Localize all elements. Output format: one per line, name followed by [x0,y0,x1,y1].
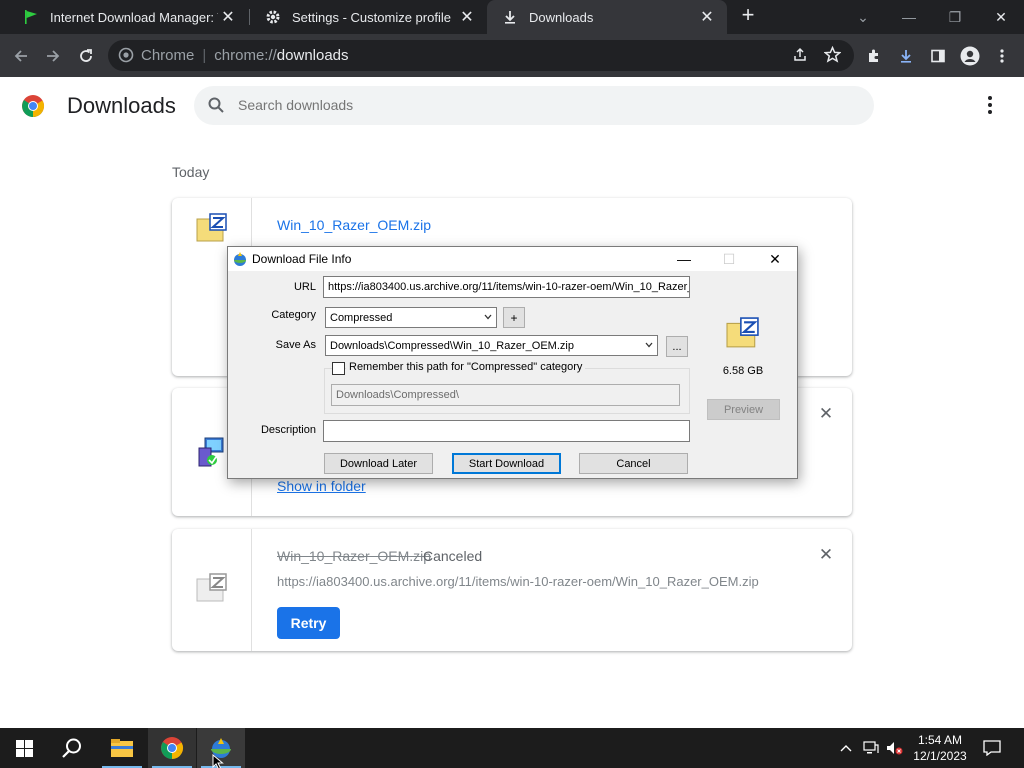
profile-avatar-icon[interactable] [957,43,983,69]
category-label: Category [271,309,316,321]
retry-button[interactable]: Retry [277,607,340,639]
downloads-toolbar-icon[interactable] [893,43,919,69]
chevron-down-icon [484,314,492,320]
tab-settings[interactable]: Settings - Customize profile ✕ [250,0,487,34]
share-icon[interactable] [792,47,808,67]
chevron-down-icon [645,342,653,348]
forward-button[interactable] [40,43,66,69]
close-tab-icon[interactable]: ✕ [697,7,717,27]
browser-toolbar: Chrome | chrome://downloads [0,34,1024,77]
windows-start-icon[interactable] [0,728,48,768]
dialog-close-button[interactable]: ✕ [755,247,795,271]
add-category-button[interactable]: + [503,307,525,328]
windows-taskbar: 1:54 AM 12/1/2023 [0,728,1024,768]
file-size: 6.58 GB [722,365,764,377]
dialog-minimize-button[interactable]: — [664,247,704,271]
file-explorer-icon[interactable] [98,728,146,768]
tab-label: Settings - Customize profile [292,9,451,25]
url-host: downloads [276,47,349,64]
site-label: Chrome [141,47,195,64]
download-icon [501,8,519,26]
gear-icon [264,8,282,26]
download-url: https://ia803400.us.archive.org/11/items… [277,574,759,589]
volume-muted-icon[interactable] [885,738,905,758]
search-input[interactable] [238,94,838,116]
reload-button[interactable] [73,43,99,69]
extensions-icon[interactable] [861,43,887,69]
category-value: Compressed [330,311,393,324]
dialog-maximize-button: ☐ [722,250,736,267]
download-file-info-dialog: Download File Info — ☐ ✕ URL https://ia8… [227,246,798,479]
tab-strip: Internet Download Manager: The ✕ Setting… [0,0,1024,34]
zip-file-icon [725,317,761,352]
close-window-button[interactable]: ✕ [978,0,1024,34]
description-field[interactable] [323,420,690,442]
cancel-button[interactable]: Cancel [579,453,688,474]
tab-downloads[interactable]: Downloads ✕ [487,0,727,34]
close-tab-icon[interactable]: ✕ [218,7,238,27]
minimize-button[interactable]: — [886,0,932,34]
remember-path-checkbox[interactable] [332,362,345,375]
page-title: Downloads [67,93,176,118]
chrome-logo-icon [21,94,45,118]
browse-button[interactable]: ... [666,336,688,357]
side-panel-icon[interactable] [925,43,951,69]
installer-file-icon [197,436,227,471]
zip-file-icon-faded [196,573,228,606]
category-path-field: Downloads\Compressed\ [331,384,680,406]
bookmark-star-icon[interactable] [823,45,842,67]
omnibox-separator: | [202,47,207,64]
url-scheme: chrome:// [214,47,277,64]
more-actions-icon[interactable] [980,93,1000,117]
mouse-cursor-icon [212,753,224,768]
download-later-button[interactable]: Download Later [324,453,433,474]
back-button[interactable] [8,43,34,69]
zip-file-icon [196,213,228,246]
show-hidden-icons[interactable] [836,738,856,758]
address-bar[interactable]: Chrome | chrome://downloads [108,40,854,71]
new-tab-button[interactable]: + [736,4,760,28]
download-status: Canceled [423,548,483,564]
tab-label: Downloads [529,9,594,25]
start-download-button[interactable]: Start Download [452,453,561,474]
dialog-titlebar[interactable]: Download File Info — ☐ ✕ [228,247,797,271]
category-select[interactable]: Compressed [325,307,497,328]
save-as-select[interactable]: Downloads\Compressed\Win_10_Razer_OEM.zi… [325,335,658,356]
file-name-link[interactable]: Win_10_Razer_OEM.zip [277,217,431,233]
tab-search-icon[interactable]: ⌄ [840,0,886,34]
remove-download-icon[interactable]: ✕ [815,403,837,425]
preview-button: Preview [707,399,780,420]
save-as-value: Downloads\Compressed\Win_10_Razer_OEM.zi… [330,339,574,352]
chrome-menu-icon[interactable] [989,43,1015,69]
url-field[interactable]: https://ia803400.us.archive.org/11/items… [323,276,690,298]
remember-path-label: Remember this path for "Compressed" cate… [346,361,586,373]
clock-time: 1:54 AM [917,733,963,747]
file-name-canceled: Win_10_Razer_OEM.zip [277,548,432,564]
chrome-taskbar-icon[interactable] [148,728,196,768]
notifications-icon[interactable] [982,738,1002,758]
search-icon [207,96,225,114]
tab-label: Internet Download Manager: The [50,9,218,25]
clock-date: 12/1/2023 [913,749,967,763]
download-item: Win_10_Razer_OEM.zip Canceled https://ia… [172,529,852,651]
section-date-header: Today [172,164,210,180]
save-as-label: Save As [275,339,316,351]
chrome-page-icon [118,47,134,67]
taskbar-search-icon[interactable] [48,728,96,768]
restore-button[interactable]: ❐ [932,0,978,34]
tab-idm[interactable]: Internet Download Manager: The ✕ [8,0,248,34]
close-tab-icon[interactable]: ✕ [457,7,477,27]
dialog-title: Download File Info [252,252,352,266]
network-icon[interactable] [861,738,881,758]
show-in-folder-link[interactable]: Show in folder [277,478,366,494]
system-clock[interactable]: 1:54 AM 12/1/2023 [912,732,968,764]
remove-download-icon[interactable]: ✕ [815,544,837,566]
idm-app-icon [232,251,248,270]
url-label: URL [293,281,316,293]
description-label: Description [260,424,316,436]
idm-flag-icon [22,8,40,26]
